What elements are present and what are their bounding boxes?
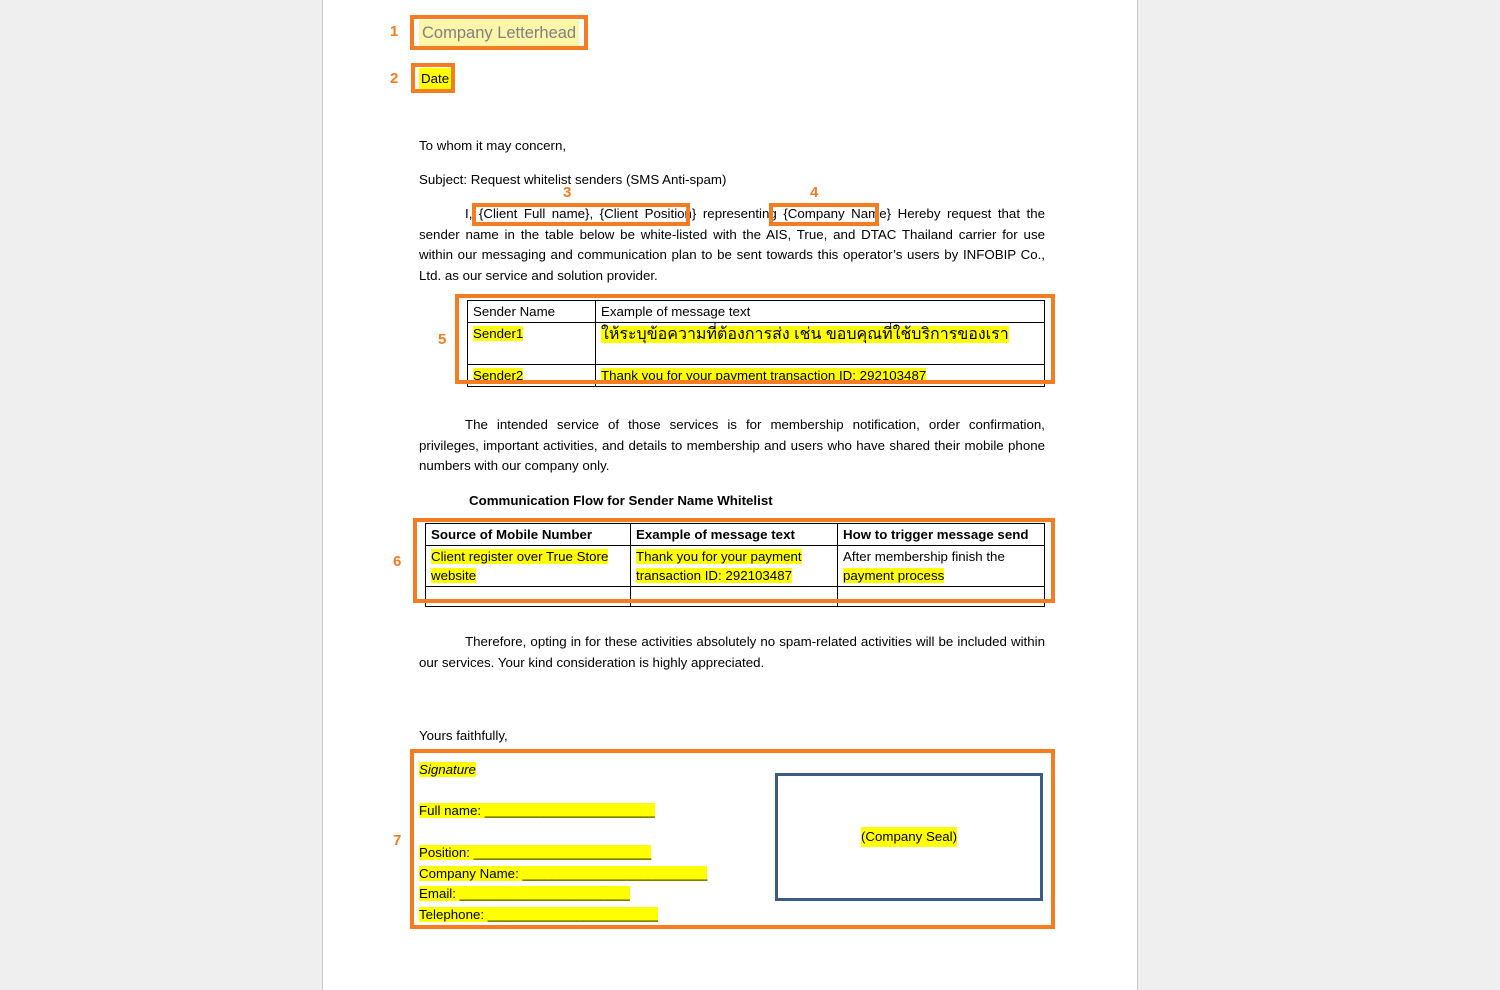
annotation-number-6: 6: [393, 553, 402, 570]
communication-flow-table: Source of Mobile Number Example of messa…: [425, 523, 1045, 607]
full-name-label: Full name:: [419, 802, 485, 818]
email-field[interactable]: Email: _______________________: [419, 886, 630, 902]
annotation-number-1: 1: [390, 23, 399, 40]
table-row: Source of Mobile Number Example of messa…: [425, 523, 1045, 546]
closing-paragraph: Therefore, opting in for these activitie…: [419, 634, 1045, 670]
flow-row-1-trigger-plain: After membership finish the: [843, 549, 1005, 564]
flow-row-2-trigger: [837, 586, 1045, 607]
company-seal-box: (Company Seal): [775, 773, 1043, 901]
document-page: Company Letterhead Date To whom it may c…: [322, 0, 1138, 990]
telephone-line[interactable]: Telephone: _______________________: [419, 905, 1045, 926]
email-label: Email:: [419, 886, 460, 902]
annotation-number-7: 7: [393, 832, 402, 849]
annotation-number-5: 5: [438, 331, 447, 348]
company-name-field[interactable]: Company Name: _________________________: [419, 865, 708, 881]
sender-row-2-message: Thank you for your payment transaction I…: [595, 364, 1045, 387]
sender-row-2-name: Sender2: [467, 364, 596, 387]
sender-table-header-name: Sender Name: [467, 300, 596, 323]
telephone-blank: _______________________: [487, 906, 658, 922]
signature-label[interactable]: Signature: [419, 762, 476, 777]
client-name-position-placeholder[interactable]: {Client Full name}, {Client Position}: [479, 206, 696, 221]
flow-header-source: Source of Mobile Number: [425, 523, 631, 546]
telephone-field[interactable]: Telephone: _______________________: [419, 906, 658, 922]
table-row: Sender2 Thank you for your payment trans…: [467, 364, 1045, 387]
table-row: Sender1 ให้ระบุข้อความที่ต้องการส่ง เช่น…: [467, 322, 1045, 365]
annotation-number-2: 2: [390, 70, 399, 87]
sender-row-1-message-value: ให้ระบุข้อความที่ต้องการส่ง เช่น ขอบคุณท…: [601, 326, 1009, 343]
table-row: [425, 586, 1045, 607]
telephone-label: Telephone:: [419, 906, 488, 922]
flow-row-1-trigger: After membership finish the payment proc…: [837, 545, 1045, 587]
sender-row-1-name-value: Sender1: [473, 326, 524, 341]
flow-row-1-example: Thank you for your payment transaction I…: [630, 545, 838, 587]
company-name-placeholder[interactable]: {Company Name}: [783, 206, 891, 221]
company-name-label: Company Name:: [419, 865, 523, 881]
company-name-blank: _________________________: [522, 865, 708, 881]
sender-name-table: Sender Name Example of message text Send…: [467, 300, 1045, 387]
flow-row-2-example: [630, 586, 838, 607]
salutation: To whom it may concern,: [419, 138, 567, 153]
screenshot-root: Company Letterhead Date To whom it may c…: [0, 0, 1500, 990]
flow-row-2-source: [425, 586, 631, 607]
table-row: Sender Name Example of message text: [467, 300, 1045, 323]
flow-header-example: Example of message text: [630, 523, 838, 546]
date-placeholder[interactable]: Date: [419, 68, 452, 91]
yours-faithfully: Yours faithfully,: [419, 728, 508, 743]
sender-row-2-name-value: Sender2: [473, 368, 524, 383]
sender-row-1-name: Sender1: [467, 322, 596, 365]
subject-line: Subject: Request whitelist senders (SMS …: [419, 172, 727, 187]
request-text-mid: representing: [696, 206, 784, 221]
annotation-number-3: 3: [563, 184, 572, 201]
email-blank: _______________________: [459, 886, 630, 902]
request-text-lead: I,: [465, 206, 479, 221]
sender-row-2-message-value: Thank you for your payment transaction I…: [601, 368, 927, 383]
flow-row-1-trigger-highlight: payment process: [843, 568, 945, 583]
position-field[interactable]: Position: ________________________: [419, 845, 652, 861]
flow-row-1-source-value: Client register over True Store website: [431, 549, 609, 583]
intended-service-paragraph: The intended service of those services i…: [419, 417, 1045, 474]
communication-flow-heading: Communication Flow for Sender Name White…: [469, 493, 773, 508]
position-label: Position:: [419, 845, 474, 861]
flow-row-1-source: Client register over True Store website: [425, 545, 631, 587]
flow-header-trigger: How to trigger message send: [837, 523, 1045, 546]
company-seal-label: (Company Seal): [860, 826, 958, 848]
flow-row-1-example-value: Thank you for your payment transaction I…: [636, 549, 802, 583]
sender-row-1-message: ให้ระบุข้อความที่ต้องการส่ง เช่น ขอบคุณท…: [595, 322, 1045, 365]
company-letterhead-placeholder[interactable]: Company Letterhead: [419, 20, 580, 48]
position-blank: ________________________: [473, 845, 652, 861]
annotation-number-4: 4: [810, 184, 819, 201]
sender-table-header-message: Example of message text: [595, 300, 1045, 323]
full-name-blank: _______________________: [484, 802, 655, 818]
table-row: Client register over True Store website …: [425, 545, 1045, 587]
full-name-field[interactable]: Full name: _______________________: [419, 802, 655, 818]
request-paragraph: I, {Client Full name}, {Client Position}…: [419, 204, 1045, 286]
